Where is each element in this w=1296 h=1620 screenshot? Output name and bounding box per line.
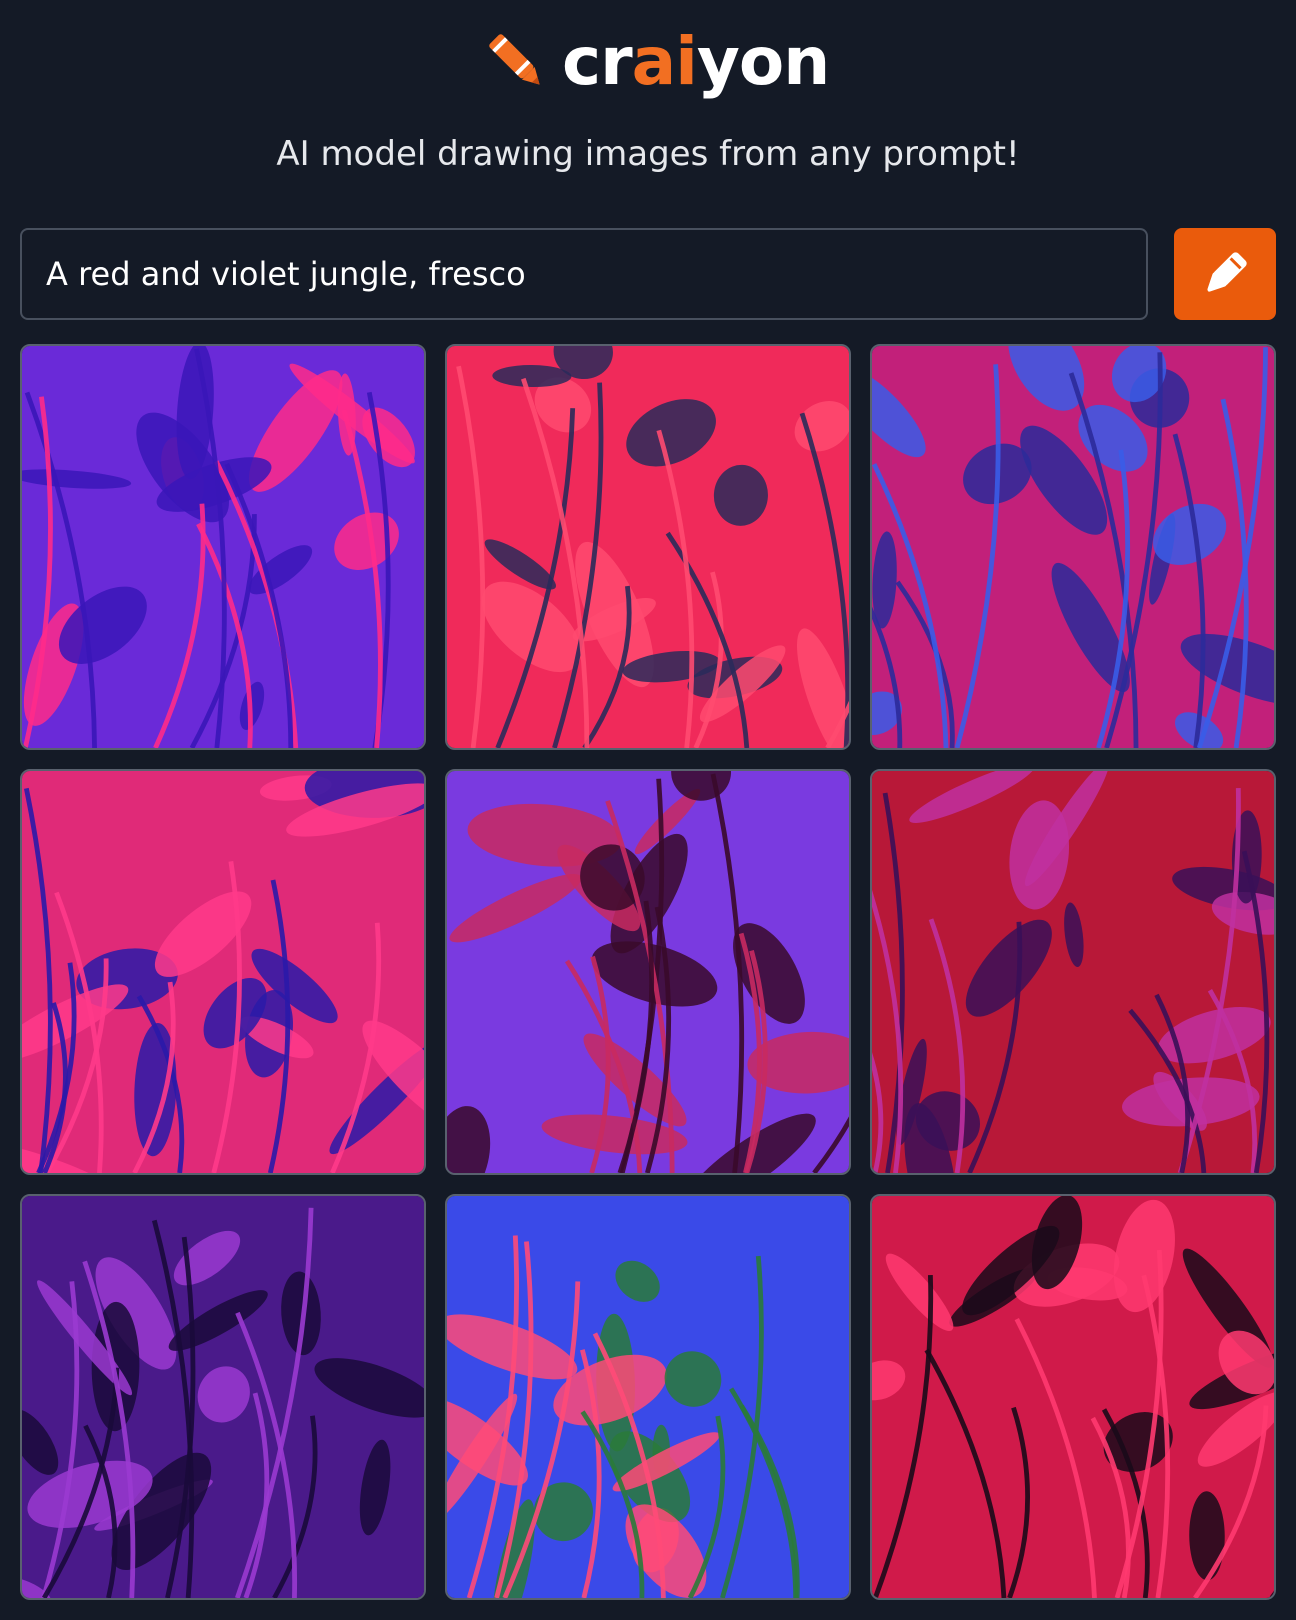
crayon-logo-icon [489,34,540,85]
generated-image[interactable] [870,344,1276,750]
generated-image[interactable] [20,344,426,750]
generated-image[interactable] [20,1194,426,1600]
draw-button[interactable] [1174,228,1276,320]
generated-image[interactable] [445,344,851,750]
generated-image[interactable] [20,769,426,1175]
image-artwork [447,346,849,748]
pencil-icon [1207,252,1247,292]
logo-suffix: yon [696,23,830,100]
image-artwork [22,1196,424,1598]
logo-ai: ai [631,23,698,100]
image-artwork [872,1196,1274,1598]
results-grid [20,344,1276,1600]
header: craiyon AI model drawing images from any… [0,0,1296,200]
image-artwork [22,346,424,748]
craiyon-logo[interactable]: craiyon [482,22,830,102]
generated-image[interactable] [870,1194,1276,1600]
logo-wordmark: craiyon [562,29,830,95]
prompt-input[interactable] [20,228,1148,320]
logo-prefix: cr [562,23,633,100]
generated-image[interactable] [870,769,1276,1175]
image-artwork [872,346,1274,748]
image-artwork [22,771,424,1173]
tagline: AI model drawing images from any prompt! [276,134,1020,174]
image-artwork [447,1196,849,1598]
image-artwork [872,771,1274,1173]
generated-image[interactable] [445,769,851,1175]
generated-image[interactable] [445,1194,851,1600]
image-artwork [447,771,849,1173]
